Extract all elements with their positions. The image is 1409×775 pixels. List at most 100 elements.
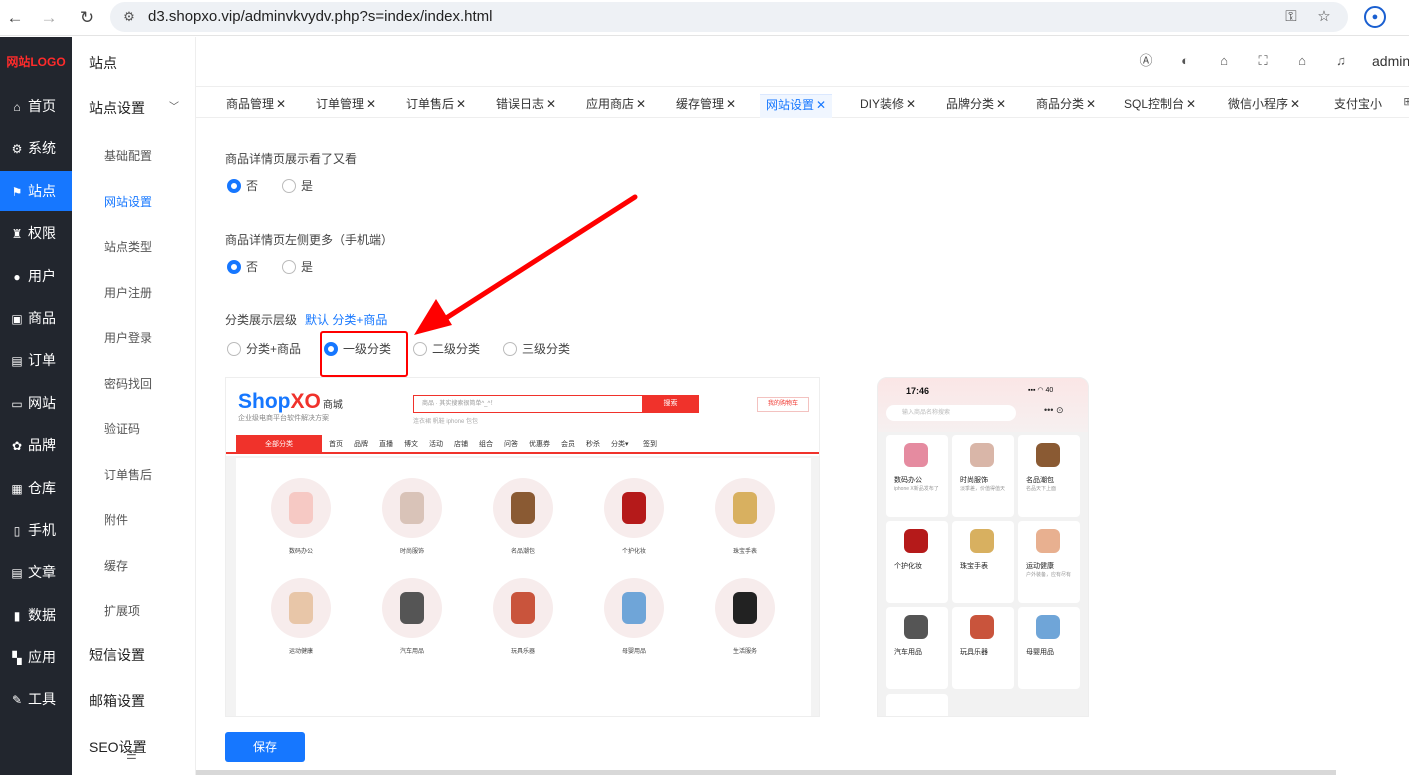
mobile-preview-card-desc: iphone X新品发布了 — [894, 486, 939, 492]
store-icon[interactable]: ⌂ — [1216, 53, 1232, 69]
submenu-group-sms[interactable]: 短信设置 — [89, 645, 145, 665]
home-icon[interactable]: ⌂ — [1294, 53, 1310, 69]
submenu-item-6[interactable]: 验证码 — [104, 420, 140, 437]
menu-collapse-icon[interactable]: ☰ — [126, 748, 137, 762]
close-icon[interactable]: ✕ — [1186, 97, 1196, 111]
address-url[interactable]: d3.shopxo.vip/adminvkvydv.php?s=index/in… — [148, 8, 493, 25]
pc-preview-nav-item: 直播 — [379, 441, 393, 448]
tab-8[interactable]: 品牌分类 ✕ — [944, 94, 1008, 118]
close-icon[interactable]: ✕ — [906, 97, 916, 111]
reload-icon[interactable]: ↻ — [76, 7, 98, 29]
submenu-group-seo[interactable]: SEO设置 — [89, 737, 147, 757]
radio-level-two[interactable]: 二级分类 — [413, 340, 480, 358]
mobile-preview-card-label: 时尚服饰 — [960, 477, 988, 484]
submenu-item-9[interactable]: 缓存 — [104, 557, 128, 574]
admin-user[interactable]: admin — [1372, 53, 1409, 69]
sidebar-item-0[interactable]: ⌂ 首页 — [0, 91, 72, 121]
tab-1[interactable]: 订单管理 ✕ — [314, 94, 378, 118]
submenu-item-8[interactable]: 附件 — [104, 511, 128, 528]
tab-11[interactable]: 微信小程序 ✕ — [1226, 94, 1302, 118]
submenu-group-site-settings[interactable]: 站点设置 ﹀ — [89, 98, 179, 118]
close-icon[interactable]: ✕ — [636, 97, 646, 111]
radio-see-again-no[interactable]: 否 — [227, 177, 258, 195]
key-icon[interactable]: ⚿ — [1281, 7, 1301, 27]
close-icon[interactable]: ✕ — [276, 97, 286, 111]
close-icon[interactable]: ✕ — [816, 98, 826, 112]
category-image — [904, 615, 928, 639]
submenu-item-0[interactable]: 基础配置 — [104, 147, 152, 164]
sidebar-item-7[interactable]: ▭ 网站 — [0, 388, 72, 418]
sidebar-item-9[interactable]: ▦ 仓库 — [0, 473, 72, 503]
mobile-preview-header: 17:46 ▪▪▪ ◠ 40 输入商品名称搜索 ••• ⊙ — [878, 378, 1088, 432]
address-bar[interactable]: ⚙ d3.shopxo.vip/adminvkvydv.php?s=index/… — [110, 2, 1348, 32]
sidebar-item-12[interactable]: ▮ 数据 — [0, 600, 72, 630]
theme-icon[interactable]: ◐ — [1177, 53, 1193, 69]
horizontal-scrollbar[interactable] — [196, 770, 1336, 775]
tab-5[interactable]: 缓存管理 ✕ — [674, 94, 738, 118]
close-icon[interactable]: ✕ — [456, 97, 466, 111]
back-icon[interactable]: ← — [4, 7, 26, 29]
sidebar-item-13[interactable]: ▚ 应用 — [0, 642, 72, 672]
pc-preview-nav-item: 品牌 — [354, 441, 368, 448]
tab-3[interactable]: 错误日志 ✕ — [494, 94, 558, 118]
annotation-highlight-box — [320, 331, 408, 377]
profile-icon[interactable]: ● — [1364, 6, 1386, 28]
tab-4[interactable]: 应用商店 ✕ — [584, 94, 648, 118]
tab-6[interactable]: 网站设置 ✕ — [760, 94, 833, 118]
mobile-preview-card-label: 个护化妆 — [894, 563, 922, 570]
radio-see-again-yes[interactable]: 是 — [282, 177, 313, 195]
close-icon[interactable]: ✕ — [996, 97, 1006, 111]
tab-10[interactable]: SQL控制台 ✕ — [1122, 94, 1198, 118]
submenu-item-7[interactable]: 订单售后 — [104, 466, 152, 483]
sidebar-item-8[interactable]: ✿ 品牌 — [0, 430, 72, 460]
sidebar-item-14[interactable]: ✎ 工具 — [0, 684, 72, 714]
sidebar-item-3[interactable]: ♜ 权限 — [0, 218, 72, 248]
submenu-item-2[interactable]: 站点类型 — [104, 238, 152, 255]
sidebar-item-11[interactable]: ▤ 文章 — [0, 557, 72, 587]
pc-preview-nav-item: 优惠券 — [529, 441, 550, 448]
fullscreen-icon[interactable]: ⛶ — [1255, 53, 1271, 69]
submenu-group-email[interactable]: 邮箱设置 — [89, 691, 145, 711]
site-info-icon[interactable]: ⚙ — [120, 8, 138, 26]
sidebar-item-1[interactable]: ⚙ 系统 — [0, 133, 72, 163]
tab-12[interactable]: 支付宝小 — [1332, 94, 1384, 118]
sidebar-item-5[interactable]: ▣ 商品 — [0, 303, 72, 333]
sidebar-item-label: 系统 — [28, 140, 56, 156]
pc-preview-nav-item: 组合 — [479, 441, 493, 448]
tab-7[interactable]: DIY装修 ✕ — [858, 94, 918, 118]
submenu-item-5[interactable]: 密码找回 — [104, 375, 152, 392]
tab-label: 商品管理 — [226, 97, 275, 111]
translate-icon[interactable]: Ⓐ — [1138, 53, 1154, 69]
submenu-item-10[interactable]: 扩展项 — [104, 602, 140, 619]
close-icon[interactable]: ✕ — [726, 97, 736, 111]
bell-icon[interactable]: ♫ — [1333, 53, 1349, 69]
sidebar-item-2[interactable]: ⚑ 站点 — [0, 171, 72, 211]
category-image — [1036, 615, 1060, 639]
close-icon[interactable]: ✕ — [1290, 97, 1300, 111]
close-icon[interactable]: ✕ — [1086, 97, 1096, 111]
tabs-overflow-icon[interactable]: ⊞ — [1400, 94, 1409, 110]
sidebar-item-4[interactable]: ● 用户 — [0, 261, 72, 291]
pc-preview-search-button: 搜索 — [642, 395, 699, 413]
sidebar-item-label: 仓库 — [28, 480, 56, 496]
close-icon[interactable]: ✕ — [366, 97, 376, 111]
tab-9[interactable]: 商品分类 ✕ — [1034, 94, 1098, 118]
radio-left-more-no[interactable]: 否 — [227, 258, 258, 276]
radio-left-more-yes[interactable]: 是 — [282, 258, 313, 276]
tab-0[interactable]: 商品管理 ✕ — [224, 94, 288, 118]
bookmark-star-icon[interactable]: ☆ — [1314, 7, 1334, 27]
radio-level-three[interactable]: 三级分类 — [503, 340, 570, 358]
sidebar-item-6[interactable]: ▤ 订单 — [0, 345, 72, 375]
forward-icon[interactable]: → — [38, 7, 60, 29]
radio-category-goods[interactable]: 分类+商品 — [227, 340, 301, 358]
sidebar-item-10[interactable]: ▯ 手机 — [0, 515, 72, 545]
close-icon[interactable]: ✕ — [546, 97, 556, 111]
save-button[interactable]: 保存 — [225, 732, 305, 762]
tab-2[interactable]: 订单售后 ✕ — [404, 94, 468, 118]
mobile-preview-card-label: 运动健康 — [1026, 563, 1054, 570]
mobile-preview-card-label: 珠宝手表 — [960, 563, 988, 570]
submenu-item-3[interactable]: 用户注册 — [104, 284, 152, 301]
submenu-item-1[interactable]: 网站设置 — [104, 193, 152, 210]
site-logo[interactable]: 网站LOGO — [0, 51, 72, 73]
submenu-item-4[interactable]: 用户登录 — [104, 329, 152, 346]
